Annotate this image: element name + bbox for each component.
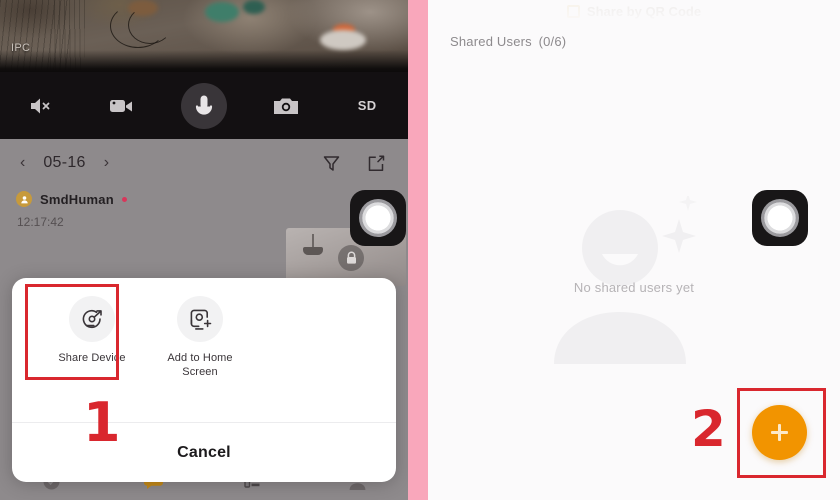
event-header: SmdHuman [16,191,127,207]
unread-dot-indicator [121,196,127,202]
recorder-lens-icon-right [761,199,799,237]
microphone-icon [195,95,213,115]
screenshot-root: IPC SD ‹ 05-16 › SmdHuman 12:17:42 Share… [0,0,840,500]
screen-recorder-watermark-right [752,190,808,246]
shared-users-count-label: Shared Users (0/6) [450,34,567,49]
feed-object-green-2 [243,0,265,14]
annotation-box-fab [737,388,826,478]
add-to-home-screen-icon [190,309,211,330]
current-date-label: 05-16 [43,154,86,171]
camera-live-feed[interactable]: IPC [0,0,408,72]
feed-channel-label: IPC [11,42,31,54]
event-timestamp: 12:17:42 [17,215,64,229]
prev-date-button[interactable]: ‹ [16,155,29,171]
event-list-item[interactable]: SmdHuman 12:17:42 [16,191,127,229]
annotation-box-share-device [25,284,119,380]
lock-icon [346,251,356,264]
panel-divider [408,0,428,500]
cancel-button[interactable]: Cancel [12,423,396,482]
date-bar-actions [322,154,386,173]
video-quality-label: SD [357,98,377,113]
thumbnail-lock-badge [338,245,364,271]
person-avatar-icon [16,191,32,207]
annotation-number-2: 2 [691,400,726,458]
snapshot-button[interactable] [245,72,327,139]
edit-square-icon[interactable] [367,154,386,173]
left-phone-panel: IPC SD ‹ 05-16 › SmdHuman 12:17:42 Share… [0,0,408,500]
record-video-icon [110,99,133,112]
snapshot-camera-icon [273,98,298,114]
thumbnail-lamp [303,234,323,255]
mute-icon [30,98,50,113]
video-quality-button[interactable]: SD [326,72,408,139]
microphone-button-wrap [163,82,245,129]
header-fade-overlay [428,0,840,26]
empty-state-text: No shared users yet [573,280,695,295]
date-navigation-bar: ‹ 05-16 › [0,139,408,187]
microphone-button[interactable] [180,82,227,129]
event-name-label: SmdHuman [40,191,114,207]
next-date-button[interactable]: › [100,155,113,171]
mute-button[interactable] [0,72,82,139]
feed-object-light [320,30,366,50]
feed-cable-arc-2 [128,6,172,44]
person-glyph-icon [20,195,28,203]
filter-funnel-icon[interactable] [322,154,341,173]
camera-control-toolbar: SD [0,72,408,139]
record-video-button[interactable] [82,72,164,139]
feed-object-green [205,2,239,22]
screen-recorder-watermark-left [350,190,406,246]
annotation-number-1: 1 [83,391,121,454]
add-to-home-screen-label: Add to Home Screen [167,352,233,379]
add-to-home-screen-action[interactable]: Add to Home Screen [150,296,250,380]
recorder-lens-icon [359,199,397,237]
add-to-home-screen-icon-wrap [177,296,223,342]
feed-vignette [0,50,408,72]
